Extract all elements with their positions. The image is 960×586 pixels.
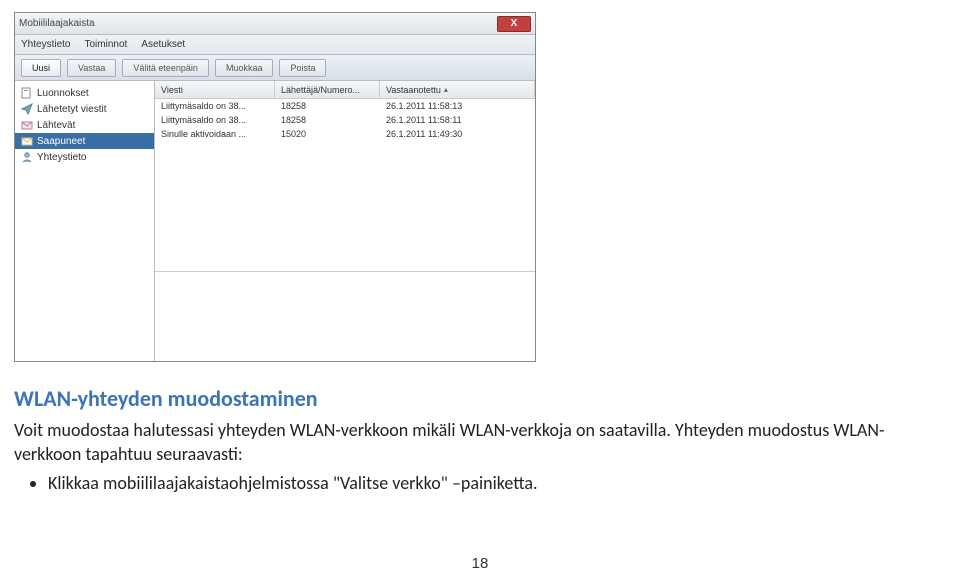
cell-received: 26.1.2011 11:58:11 <box>380 115 535 125</box>
cell-received: 26.1.2011 11:58:13 <box>380 101 535 111</box>
contact-icon <box>21 151 33 163</box>
section-heading: WLAN-yhteyden muodostaminen <box>14 385 934 412</box>
table-row[interactable]: Liittymäsaldo on 38... 18258 26.1.2011 1… <box>155 99 535 113</box>
menubar: Yhteystieto Toiminnot Asetukset <box>15 35 535 55</box>
folder-label: Lähtevät <box>37 120 75 131</box>
bullet-list: Klikkaa mobiililaajakaistaohjelmistossa … <box>14 471 934 495</box>
folder-outbox[interactable]: Lähtevät <box>15 117 154 133</box>
page-number: 18 <box>0 555 960 572</box>
table-row[interactable]: Liittymäsaldo on 38... 18258 26.1.2011 1… <box>155 113 535 127</box>
folder-drafts[interactable]: Luonnokset <box>15 85 154 101</box>
draft-icon <box>21 87 33 99</box>
new-button[interactable]: Uusi <box>21 59 61 77</box>
close-button[interactable]: X <box>497 16 531 32</box>
column-message[interactable]: Viesti <box>155 81 275 98</box>
cell-subject: Sinulle aktivoidaan ... <box>155 129 275 139</box>
cell-subject: Liittymäsaldo on 38... <box>155 115 275 125</box>
folder-inbox[interactable]: Saapuneet <box>15 133 154 149</box>
column-sender[interactable]: Lähettäjä/Numero... <box>275 81 380 98</box>
folder-label: Lähetetyt viestit <box>37 104 106 115</box>
cell-from: 18258 <box>275 115 380 125</box>
preview-pane <box>155 271 535 361</box>
message-list-pane: Viesti Lähettäjä/Numero... Vastaanotettu… <box>155 81 535 361</box>
table-row[interactable]: Sinulle aktivoidaan ... 15020 26.1.2011 … <box>155 127 535 141</box>
folder-pane: Luonnokset Lähetetyt viestit Lähtevät Sa… <box>15 81 155 361</box>
forward-button[interactable]: Välitä eteenpäin <box>122 59 209 77</box>
cell-from: 15020 <box>275 129 380 139</box>
window-title: Mobiililaajakaista <box>19 18 95 29</box>
folder-label: Luonnokset <box>37 88 89 99</box>
cell-from: 18258 <box>275 101 380 111</box>
column-received[interactable]: Vastaanotettu ▴ <box>380 81 535 98</box>
toolbar: Uusi Vastaa Välitä eteenpäin Muokkaa Poi… <box>15 55 535 81</box>
reply-button[interactable]: Vastaa <box>67 59 116 77</box>
inbox-icon <box>21 135 33 147</box>
sort-asc-icon: ▴ <box>444 85 448 94</box>
document-content: WLAN-yhteyden muodostaminen Voit muodost… <box>14 385 934 495</box>
close-icon: X <box>511 19 518 29</box>
outbox-icon <box>21 119 33 131</box>
cell-received: 26.1.2011 11:49:30 <box>380 129 535 139</box>
titlebar: Mobiililaajakaista X <box>15 13 535 35</box>
cell-subject: Liittymäsaldo on 38... <box>155 101 275 111</box>
folder-label: Saapuneet <box>37 136 85 147</box>
folder-label: Yhteystieto <box>37 152 86 163</box>
folder-contacts[interactable]: Yhteystieto <box>15 149 154 165</box>
app-window: Mobiililaajakaista X Yhteystieto Toiminn… <box>14 12 536 362</box>
panes: Luonnokset Lähetetyt viestit Lähtevät Sa… <box>15 81 535 361</box>
menu-yhteystieto[interactable]: Yhteystieto <box>21 39 70 50</box>
sent-icon <box>21 103 33 115</box>
list-item: Klikkaa mobiililaajakaistaohjelmistossa … <box>48 471 934 495</box>
list-header: Viesti Lähettäjä/Numero... Vastaanotettu… <box>155 81 535 99</box>
delete-button[interactable]: Poista <box>279 59 326 77</box>
menu-toiminnot[interactable]: Toiminnot <box>84 39 127 50</box>
folder-sent[interactable]: Lähetetyt viestit <box>15 101 154 117</box>
list-rows: Liittymäsaldo on 38... 18258 26.1.2011 1… <box>155 99 535 271</box>
edit-button[interactable]: Muokkaa <box>215 59 274 77</box>
paragraph: Voit muodostaa halutessasi yhteyden WLAN… <box>14 418 934 467</box>
menu-asetukset[interactable]: Asetukset <box>141 39 185 50</box>
